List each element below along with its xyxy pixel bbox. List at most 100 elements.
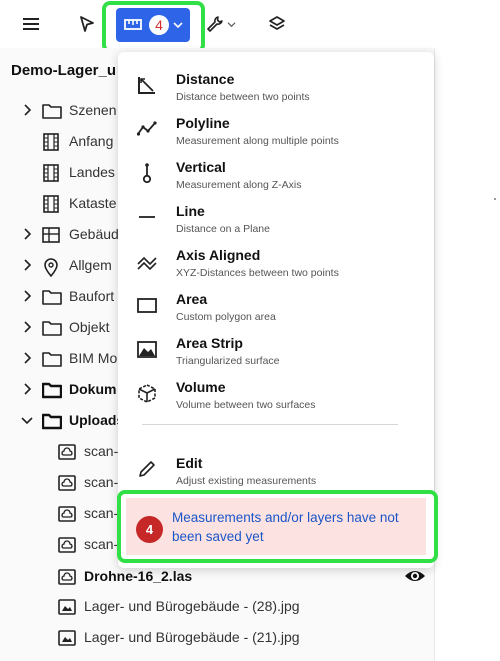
tree-item-label: scan- <box>84 474 119 490</box>
hamburger-menu-button[interactable] <box>16 10 46 38</box>
tree-item-label: Kataste <box>69 195 117 211</box>
menu-item-title: Line <box>176 203 205 219</box>
chevron-right-icon[interactable] <box>20 351 34 365</box>
menu-item-description: Measurement along multiple points <box>176 135 339 147</box>
folder-icon <box>41 381 63 399</box>
area-strip-icon <box>136 338 158 360</box>
film-icon <box>42 133 60 151</box>
tree-item-label: Objekt <box>69 319 110 335</box>
tree-item[interactable]: Lager- und Bürogebäude - (28).jpg <box>0 591 434 622</box>
menu-item-distance[interactable]: Distance Distance between two points <box>118 60 434 104</box>
measurements-button-highlight <box>102 1 205 53</box>
menu-item-polyline[interactable]: Polyline Measurement along multiple point… <box>118 104 434 148</box>
chevron-right-icon[interactable] <box>20 289 34 303</box>
menu-item-title: Area Strip <box>176 335 243 351</box>
film-icon <box>42 164 60 182</box>
volume-icon <box>136 382 158 404</box>
image-file-icon <box>58 629 76 647</box>
menu-item-title: Axis Aligned <box>176 247 261 263</box>
menu-item-description: Distance between two points <box>176 91 310 103</box>
cloud-file-icon <box>58 474 76 492</box>
menu-item-description: Adjust existing measurements <box>176 475 317 487</box>
menu-item-description: Measurement along Z-Axis <box>176 179 302 191</box>
tree-item-label: Uploads <box>69 412 125 428</box>
menu-item-line[interactable]: Line Distance on a Plane <box>118 192 434 236</box>
tree-item[interactable]: Lager- und Bürogebäude - (21).jpg <box>0 622 434 653</box>
menu-item-title: Polyline <box>176 115 230 131</box>
wrench-icon <box>207 16 223 32</box>
tree-item-label: scan- <box>84 536 119 552</box>
menu-item-vertical[interactable]: Vertical Measurement along Z-Axis <box>118 148 434 192</box>
chevron-right-icon[interactable] <box>20 258 34 272</box>
tree-item-label: scan- <box>84 505 119 521</box>
folder-icon <box>42 288 62 306</box>
cloud-file-icon <box>58 505 76 523</box>
tools-button[interactable] <box>202 10 240 38</box>
menu-item-area[interactable]: Area Custom polygon area <box>118 280 434 324</box>
building-icon <box>42 226 60 244</box>
film-icon <box>42 195 60 213</box>
menu-item-description: XYZ-Distances between two points <box>176 267 339 279</box>
hamburger-icon <box>23 18 39 30</box>
cloud-file-icon <box>58 568 76 586</box>
tree-item-label: Lager- und Bürogebäude - (21).jpg <box>84 629 300 645</box>
menu-item-title: Edit <box>176 455 203 471</box>
tree-item-label: Drohne-16_2.las <box>84 568 193 584</box>
menu-item-title: Distance <box>176 71 235 87</box>
tree-item-label: Lager- und Bürogebäude - (28).jpg <box>84 598 300 614</box>
tree-item-label: Allgem <box>69 257 112 273</box>
tree-item-label: Landes <box>69 164 115 180</box>
menu-item-edit[interactable]: Edit Adjust existing measurements <box>118 444 434 488</box>
tree-item-label: Gebäud <box>69 226 119 242</box>
menu-item-description: Distance on a Plane <box>176 223 270 235</box>
layers-button[interactable] <box>262 10 292 38</box>
menu-item-title: Volume <box>176 379 226 395</box>
eye-icon <box>405 571 425 581</box>
axis-aligned-icon <box>136 250 158 272</box>
area-icon <box>136 294 158 316</box>
folder-icon <box>42 102 62 120</box>
chevron-right-icon[interactable] <box>20 320 34 334</box>
menu-item-axis-aligned[interactable]: Axis Aligned XYZ-Distances between two po… <box>118 236 434 280</box>
layers-icon <box>269 16 285 30</box>
menu-item-description: Volume between two surfaces <box>176 399 316 411</box>
polyline-icon <box>136 118 158 140</box>
chevron-right-icon[interactable] <box>20 103 34 117</box>
viewer-area[interactable] <box>435 48 500 661</box>
menu-item-title: Area <box>176 291 208 307</box>
tree-item-label: Dokum <box>69 381 117 397</box>
tree-item-label: Baufort <box>69 288 115 304</box>
folder-icon <box>41 412 63 430</box>
menu-item-volume[interactable]: Volume Volume between two surfaces <box>118 368 434 412</box>
dot-marker <box>494 198 496 200</box>
menu-item-description: Custom polygon area <box>176 311 276 323</box>
toolbar: 4 <box>0 0 500 53</box>
chevron-right-icon[interactable] <box>20 227 34 241</box>
chevron-down-icon[interactable] <box>20 413 34 427</box>
menu-item-area-strip[interactable]: Area Strip Triangularized surface <box>118 324 434 368</box>
vertical-icon <box>136 162 158 184</box>
warning-highlight <box>117 490 438 563</box>
folder-icon <box>42 350 62 368</box>
line-icon <box>136 206 158 228</box>
tree-item-label: Anfang <box>69 133 114 149</box>
menu-item-description: Triangularized surface <box>176 355 280 367</box>
menu-item-title: Vertical <box>176 159 226 175</box>
cloud-file-icon <box>58 443 76 461</box>
visibility-toggle[interactable] <box>404 568 426 584</box>
cloud-file-icon <box>58 536 76 554</box>
project-title: Demo-Lager_u <box>11 62 117 79</box>
select-tool-button[interactable] <box>72 10 102 38</box>
location-pin-icon <box>42 257 60 278</box>
tree-item-label: BIM Mo <box>69 350 118 366</box>
tree-item-label: Szenen <box>69 102 117 118</box>
image-file-icon <box>58 598 76 616</box>
pencil-icon <box>136 458 158 480</box>
cursor-arrow-icon <box>80 16 94 32</box>
distance-icon <box>136 74 158 96</box>
chevron-down-icon <box>227 21 236 27</box>
folder-icon <box>42 319 62 337</box>
tree-item-label: scan- <box>84 443 119 459</box>
menu-divider <box>142 424 398 425</box>
chevron-right-icon[interactable] <box>20 382 34 396</box>
